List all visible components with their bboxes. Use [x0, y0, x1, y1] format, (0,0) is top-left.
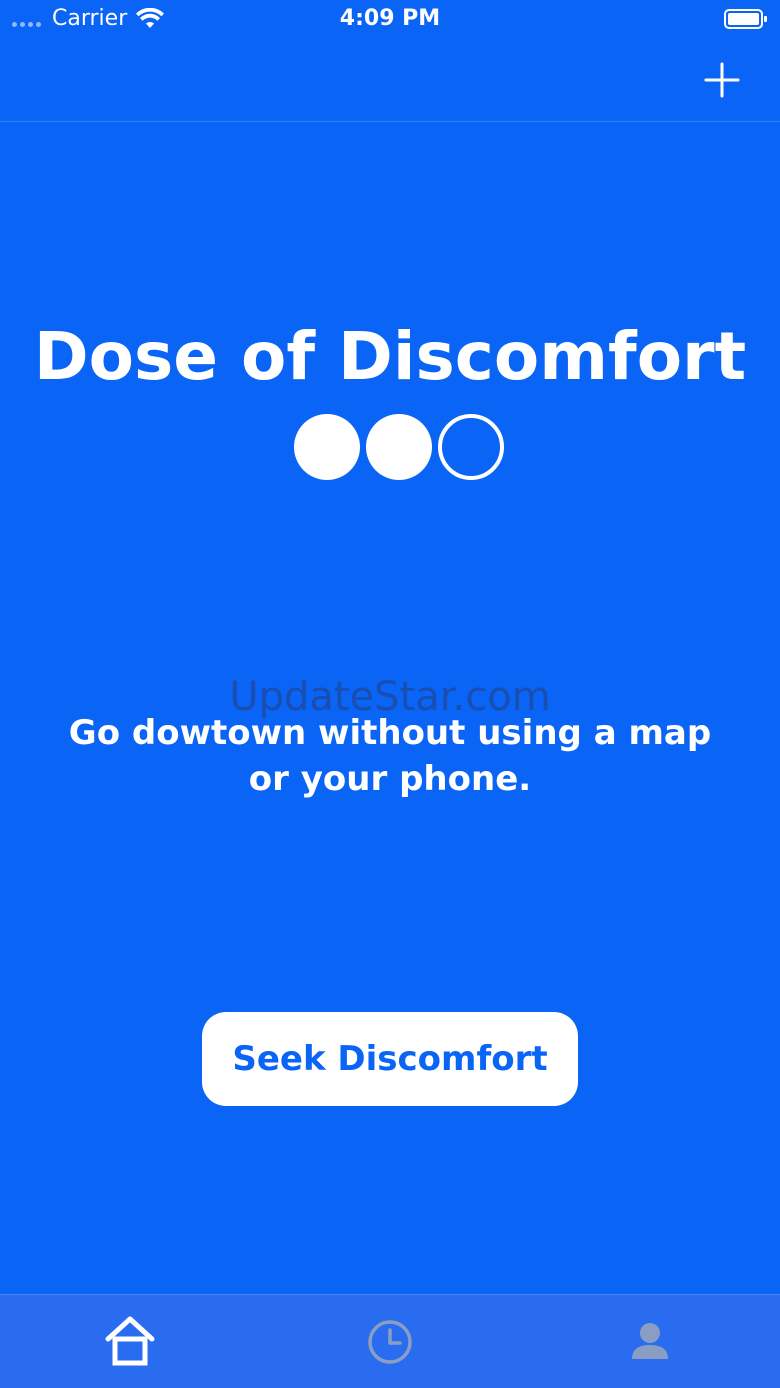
navigation-bar — [0, 40, 780, 122]
clock-icon[interactable] — [360, 1311, 420, 1371]
status-bar: Carrier 4:09 PM — [0, 0, 780, 40]
dose-dot-filled — [366, 414, 432, 480]
challenge-text: Go dowtown without using a map or your p… — [68, 713, 712, 799]
dose-dot-filled — [294, 414, 360, 480]
dose-level-indicator — [294, 414, 504, 480]
app-screen: Carrier 4:09 PM Dose of Discomfort Updat… — [0, 0, 780, 1388]
dose-dot-empty — [438, 414, 504, 480]
person-icon[interactable] — [620, 1311, 680, 1371]
seek-discomfort-button[interactable]: Seek Discomfort — [202, 1012, 578, 1106]
page-title: Dose of Discomfort — [33, 318, 747, 395]
battery-icon — [724, 9, 767, 29]
status-time: 4:09 PM — [339, 6, 441, 31]
tab-bar — [0, 1294, 780, 1388]
plus-icon[interactable] — [700, 58, 744, 102]
home-icon[interactable] — [100, 1311, 160, 1371]
